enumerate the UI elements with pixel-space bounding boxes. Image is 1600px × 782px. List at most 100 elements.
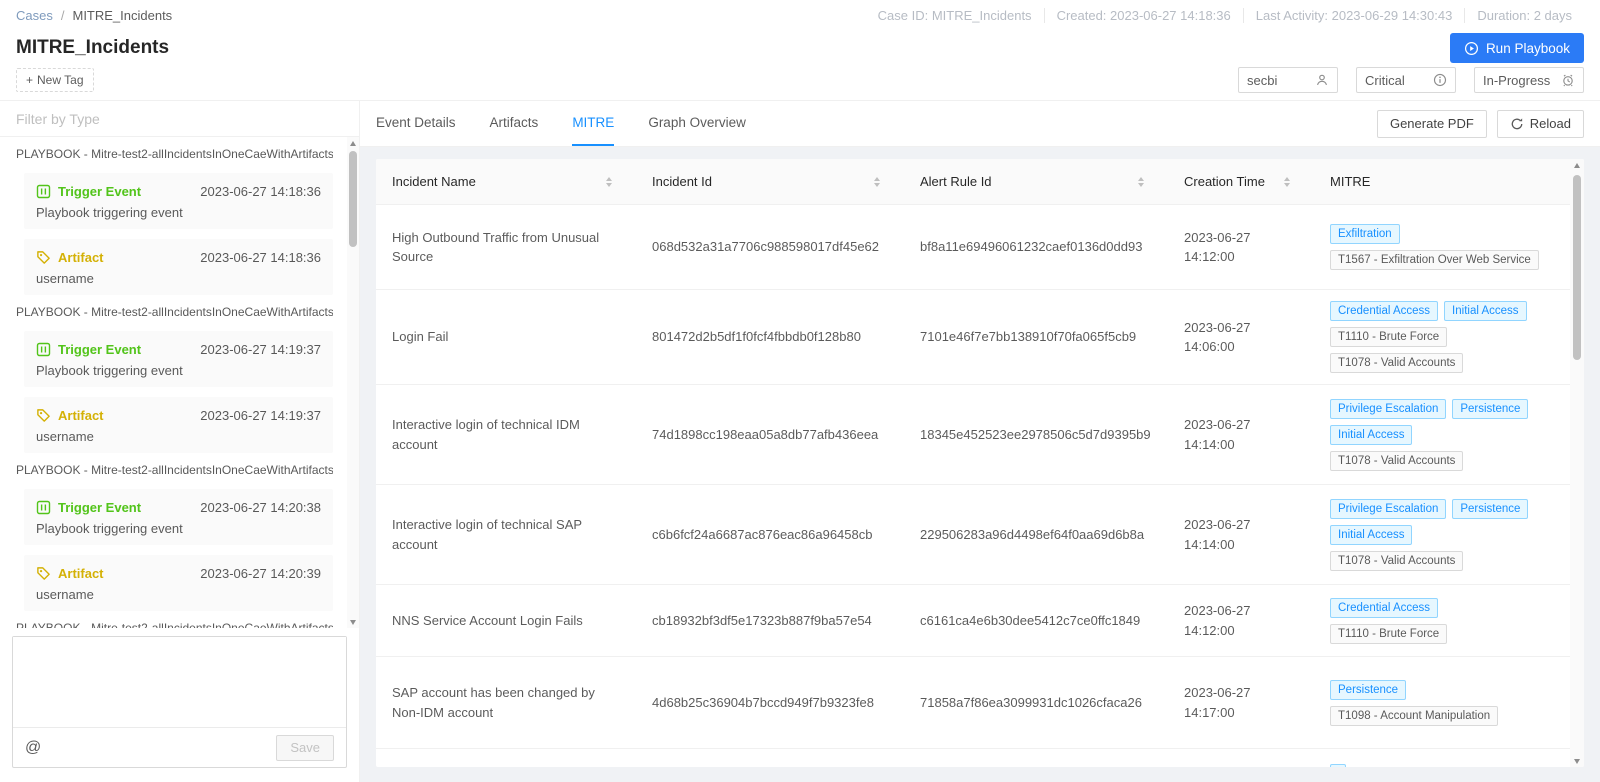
column-header-label: Incident Id — [652, 174, 712, 189]
column-header-label: Creation Time — [1184, 174, 1265, 189]
incident-table-row[interactable]: Interactive login of technical IDM accou… — [376, 385, 1570, 485]
tab-graph-overview[interactable]: Graph Overview — [648, 101, 746, 146]
incident-name-cell: Interactive login of technical IDM accou… — [376, 385, 636, 484]
user-icon — [1315, 73, 1329, 87]
reload-icon — [1510, 117, 1524, 131]
tab-artifacts[interactable]: Artifacts — [490, 101, 539, 146]
column-header-incident-id[interactable]: Incident Id — [636, 159, 904, 204]
incident-id-cell: 4d68b25c36904b7bccd949f7b9323fe8 — [636, 657, 904, 748]
mitre-tactic-tag: Persistence — [1330, 680, 1406, 700]
incident-name-cell: SAP account has been changed by Non-IDM … — [376, 657, 636, 748]
table-scroll-down-arrow[interactable] — [1570, 755, 1584, 767]
case-field-group: secbi Critical In-Progress — [1238, 67, 1584, 93]
column-header-label: MITRE — [1330, 174, 1370, 189]
timeline-group-header: PLAYBOOK - Mitre-test2-allIncidentsInOne… — [16, 147, 333, 165]
comment-input[interactable] — [13, 637, 346, 727]
timeline-item-label: Artifact — [58, 408, 104, 423]
sort-caret-icon[interactable] — [1284, 177, 1290, 187]
timeline-group: PLAYBOOK - Mitre-test2-allIncidentsInOne… — [16, 621, 333, 628]
sort-caret-icon[interactable] — [874, 177, 880, 187]
filter-by-type-input[interactable] — [16, 111, 343, 127]
assignee-select[interactable]: secbi — [1238, 67, 1338, 93]
mitre-technique-tag: T1098 - Account Manipulation — [1330, 706, 1498, 726]
timeline-group: PLAYBOOK - Mitre-test2-allIncidentsInOne… — [16, 463, 333, 611]
timeline-sidebar: PLAYBOOK - Mitre-test2-allIncidentsInOne… — [0, 101, 360, 782]
timeline-card-trigger[interactable]: Trigger Event2023-06-27 14:19:37Playbook… — [24, 331, 333, 387]
info-circle-icon — [1433, 73, 1447, 87]
timeline-group: PLAYBOOK - Mitre-test2-allIncidentsInOne… — [16, 305, 333, 453]
tab-event-details[interactable]: Event Details — [376, 101, 456, 146]
scroll-up-arrow[interactable] — [347, 137, 359, 149]
mitre-technique-tag: T1110 - Brute Force — [1330, 327, 1447, 347]
timeline-card-trigger[interactable]: Trigger Event2023-06-27 14:18:36Playbook… — [24, 173, 333, 229]
column-header-creation-time[interactable]: Creation Time — [1168, 159, 1314, 204]
timeline-card-trigger[interactable]: Trigger Event2023-06-27 14:20:38Playbook… — [24, 489, 333, 545]
new-tag-button[interactable]: + New Tag — [16, 68, 94, 92]
incident-table-row[interactable]: SAP account has been changed by Non-IDM … — [376, 657, 1570, 749]
alarm-clock-icon — [1561, 73, 1575, 87]
mitre-tactic-tag: Persistence — [1452, 499, 1528, 519]
alert-rule-id-cell: 7101e46f7e7bb138910f70fa065f5cb9 — [904, 290, 1168, 384]
mitre-tactic-tag: Exfiltration — [1330, 224, 1400, 244]
mitre-tactic-tag-partial — [1330, 764, 1346, 767]
mitre-tactic-tag: Credential Access — [1330, 301, 1438, 321]
assignee-value: secbi — [1247, 73, 1277, 88]
incident-name-cell: NNS Service Account Login Fails — [376, 585, 636, 656]
column-header-label: Alert Rule Id — [920, 174, 992, 189]
tab-bar: Event Details Artifacts MITRE Graph Overvie… — [360, 101, 1600, 147]
incident-table-row[interactable]: NNS Service Account Login Failscb18932bf… — [376, 585, 1570, 657]
mention-button[interactable]: @ — [25, 739, 41, 757]
generate-pdf-button[interactable]: Generate PDF — [1377, 110, 1487, 138]
creation-time-cell: 2023-06-27 14:14:00 — [1168, 485, 1314, 584]
play-circle-icon — [1464, 41, 1479, 56]
table-scroll-up-arrow[interactable] — [1570, 159, 1584, 171]
incident-table-row[interactable]: Interactive login of technical SAP accou… — [376, 485, 1570, 585]
timeline-item-label: Artifact — [58, 566, 104, 581]
tab-mitre[interactable]: MITRE — [572, 101, 614, 146]
column-header-alert-rule-id[interactable]: Alert Rule Id — [904, 159, 1168, 204]
main-panel: Event Details Artifacts MITRE Graph Overvie… — [360, 101, 1600, 782]
mitre-technique-tag: T1078 - Valid Accounts — [1330, 451, 1463, 471]
alert-rule-id-cell: c6161ca4e6b30dee5412c7ce0ffc1849 — [904, 585, 1168, 656]
mitre-cell: Persistence T1098 - Account Manipulation — [1314, 657, 1570, 748]
scrollbar-thumb[interactable] — [349, 151, 357, 247]
timeline-item-timestamp: 2023-06-27 14:18:36 — [200, 184, 321, 199]
mitre-tactic-tag: Privilege Escalation — [1330, 399, 1446, 419]
case-last-activity-label: Last Activity: 2023-06-29 14:30:43 — [1243, 8, 1465, 23]
plus-icon: + — [26, 73, 33, 87]
tab-list: Event Details Artifacts MITRE Graph Overvie… — [376, 101, 746, 146]
timeline-group-header: PLAYBOOK - Mitre-test2-allIncidentsInOne… — [16, 463, 333, 481]
incident-table-card: Incident Name Incident Id Alert Rule Id Cre… — [376, 159, 1584, 767]
timeline-card-artifact[interactable]: Artifact2023-06-27 14:18:36username — [24, 239, 333, 295]
status-select[interactable]: In-Progress — [1474, 67, 1584, 93]
sort-caret-icon[interactable] — [1138, 177, 1144, 187]
save-comment-button[interactable]: Save — [276, 735, 334, 761]
run-playbook-label: Run Playbook — [1486, 41, 1570, 56]
case-meta: Case ID: MITRE_Incidents Created: 2023-0… — [866, 8, 1584, 23]
incident-id-cell: 068d532a31a7706c988598017df45e62 — [636, 205, 904, 289]
title-row: MITRE_Incidents Run Playbook — [0, 30, 1600, 66]
timeline-item-timestamp: 2023-06-27 14:20:39 — [200, 566, 321, 581]
table-row-partial — [376, 749, 1584, 767]
timeline-group-header: PLAYBOOK - Mitre-test2-allIncidentsInOne… — [16, 305, 333, 323]
timeline-card-artifact[interactable]: Artifact2023-06-27 14:19:37username — [24, 397, 333, 453]
mitre-tactic-tag: Privilege Escalation — [1330, 499, 1446, 519]
reload-button[interactable]: Reload — [1497, 110, 1584, 138]
table-scrollbar-thumb[interactable] — [1573, 175, 1581, 360]
column-header-incident-name[interactable]: Incident Name — [376, 159, 636, 204]
sort-caret-icon[interactable] — [606, 177, 612, 187]
incident-table-row[interactable]: Login Fail801472d2b5df1f0fcf4fbbdb0f128b… — [376, 290, 1570, 385]
incident-table-row[interactable]: High Outbound Traffic from Unusual Sourc… — [376, 205, 1570, 290]
severity-select[interactable]: Critical — [1356, 67, 1456, 93]
timeline-card-artifact[interactable]: Artifact2023-06-27 14:20:39username — [24, 555, 333, 611]
run-playbook-button[interactable]: Run Playbook — [1450, 33, 1584, 63]
breadcrumb-cases-link[interactable]: Cases — [16, 8, 53, 23]
reload-label: Reload — [1530, 116, 1571, 131]
scroll-down-arrow[interactable] — [347, 616, 359, 628]
case-id-label: Case ID: MITRE_Incidents — [866, 8, 1044, 23]
mitre-technique-tag: T1078 - Valid Accounts — [1330, 353, 1463, 373]
mitre-technique-tag: T1110 - Brute Force — [1330, 624, 1447, 644]
timeline-item-label: Trigger Event — [58, 184, 141, 199]
timeline-item-body: Playbook triggering event — [36, 363, 321, 378]
breadcrumb: Cases / MITRE_Incidents — [16, 8, 172, 23]
